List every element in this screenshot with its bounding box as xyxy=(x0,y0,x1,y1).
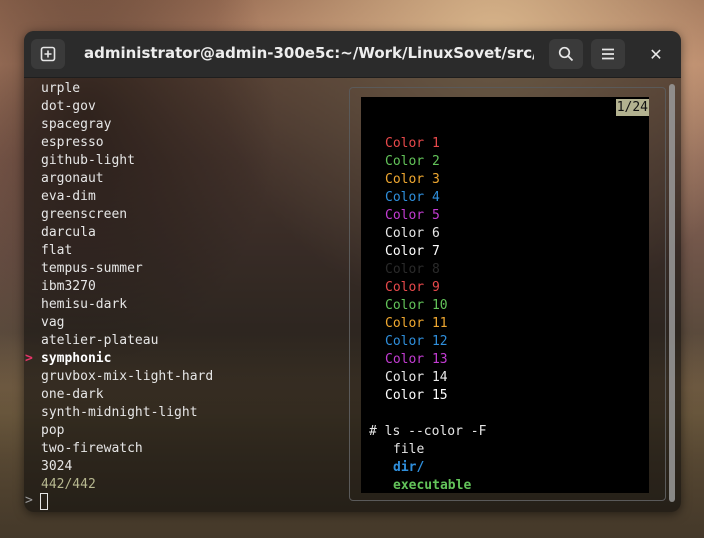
color-sample: Color 7 xyxy=(385,244,440,259)
close-button[interactable]: ✕ xyxy=(644,42,668,66)
list-item[interactable]: hemisu-dark xyxy=(41,296,213,314)
ls-entry: dir/ xyxy=(393,460,425,475)
scrollbar[interactable] xyxy=(669,84,675,502)
list-item[interactable]: urple xyxy=(41,80,213,98)
list-item[interactable]: argonaut xyxy=(41,170,213,188)
text-cursor[interactable] xyxy=(40,493,48,510)
title-bar: administrator@admin-300e5c:~/Work/LinuxS… xyxy=(24,31,681,78)
list-item[interactable]: espresso xyxy=(41,134,213,152)
list-item-selected[interactable]: symphonic xyxy=(41,350,213,368)
list-item[interactable]: one-dark xyxy=(41,386,213,404)
terminal-window: administrator@admin-300e5c:~/Work/LinuxS… xyxy=(24,31,681,512)
preview-terminal: 1/24 Color 1 Color 2 Color 3 Color 4 Color 5… xyxy=(361,97,649,493)
color-sample: Color 9 xyxy=(385,280,440,295)
list-item[interactable]: ibm3270 xyxy=(41,278,213,296)
list-item[interactable]: gruvbox-mix-light-hard xyxy=(41,368,213,386)
ls-entry: file xyxy=(393,442,425,457)
new-tab-button[interactable] xyxy=(31,39,65,69)
color-sample: Color 12 xyxy=(385,334,448,349)
list-item[interactable]: greenscreen xyxy=(41,206,213,224)
list-item[interactable]: vag xyxy=(41,314,213,332)
color-list: Color 1 Color 2 Color 3 Color 4 Color 5 Color… xyxy=(385,135,448,405)
list-item[interactable]: eva-dim xyxy=(41,188,213,206)
color-sample: Color 5 xyxy=(385,208,440,223)
color-sample: Color 6 xyxy=(385,226,440,241)
ls-command: # ls --color -F xyxy=(369,424,487,439)
list-item[interactable]: darcula xyxy=(41,224,213,242)
theme-list: urple dot-gov spacegray espresso github-ligh… xyxy=(41,80,213,494)
hamburger-menu-icon xyxy=(602,48,614,60)
list-item[interactable]: pop xyxy=(41,422,213,440)
color-sample: Color 15 xyxy=(385,388,448,403)
list-item[interactable]: synth-midnight-light xyxy=(41,404,213,422)
list-item[interactable]: 3024 xyxy=(41,458,213,476)
list-item[interactable]: spacegray xyxy=(41,116,213,134)
color-sample: Color 13 xyxy=(385,352,448,367)
prompt-symbol: > xyxy=(25,493,33,508)
color-sample: Color 2 xyxy=(385,154,440,169)
preview-pane: 1/24 Color 1 Color 2 Color 3 Color 4 Color 5… xyxy=(349,87,666,501)
plus-square-icon xyxy=(40,46,56,62)
color-sample: Color 8 xyxy=(385,262,440,277)
color-sample: Color 10 xyxy=(385,298,448,313)
list-item[interactable]: flat xyxy=(41,242,213,260)
color-sample: Color 11 xyxy=(385,316,448,331)
list-item[interactable]: two-firewatch xyxy=(41,440,213,458)
color-sample: Color 1 xyxy=(385,136,440,151)
ls-output: # ls --color -F file dir/executable xyxy=(369,423,486,495)
search-button[interactable] xyxy=(549,39,583,69)
selection-pointer: > xyxy=(25,351,33,366)
match-count: 442/442 xyxy=(41,477,96,492)
search-icon xyxy=(558,46,574,62)
color-sample: Color 3 xyxy=(385,172,440,187)
pager-indicator: 1/24 xyxy=(615,99,649,116)
list-item[interactable]: dot-gov xyxy=(41,98,213,116)
close-icon: ✕ xyxy=(649,44,663,64)
ls-entry: executable xyxy=(393,478,472,493)
color-sample: Color 14 xyxy=(385,370,448,385)
list-item[interactable]: tempus-summer xyxy=(41,260,213,278)
window-title: administrator@admin-300e5c:~/Work/LinuxS… xyxy=(84,44,534,62)
terminal-content[interactable]: urple dot-gov spacegray espresso github-ligh… xyxy=(24,78,681,512)
list-item[interactable]: atelier-plateau xyxy=(41,332,213,350)
list-item[interactable]: github-light xyxy=(41,152,213,170)
color-sample: Color 4 xyxy=(385,190,440,205)
menu-button[interactable] xyxy=(591,39,625,69)
